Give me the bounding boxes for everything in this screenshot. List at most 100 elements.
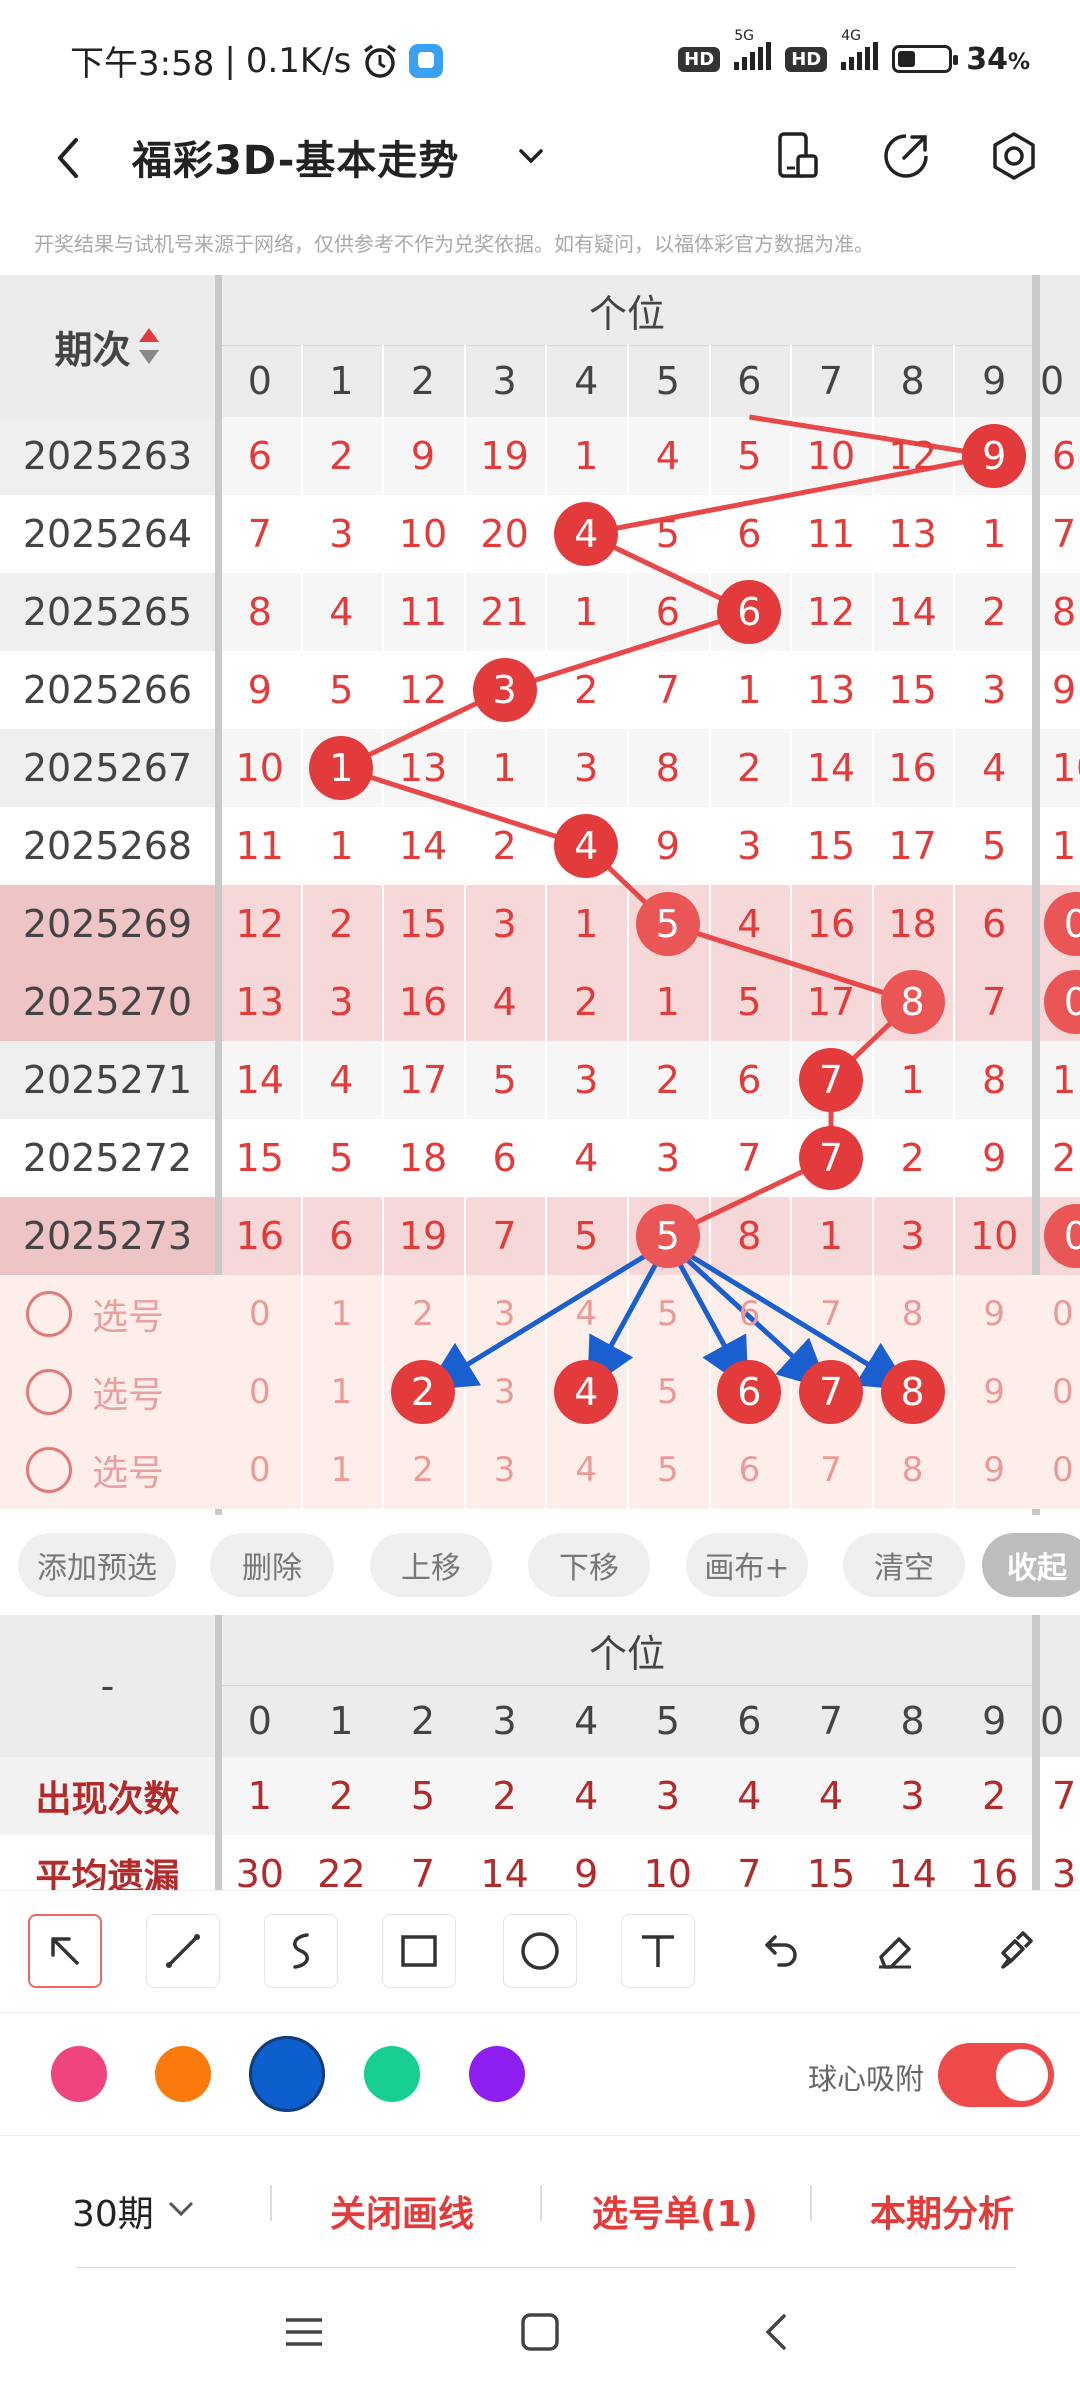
- pick-digit[interactable]: 5: [628, 1431, 708, 1509]
- rect-tool-button[interactable]: [382, 1914, 456, 1988]
- pick-digit[interactable]: 9: [954, 1431, 1034, 1509]
- action-button-4[interactable]: 下移: [528, 1533, 650, 1597]
- pick-digit[interactable]: 5: [628, 1275, 708, 1353]
- action-button-3[interactable]: 上移: [370, 1533, 492, 1597]
- miss-value: 4: [982, 746, 1007, 790]
- pick-digit[interactable]: 9: [954, 1275, 1034, 1353]
- circle-tool-button[interactable]: [503, 1914, 577, 1988]
- pick-digit[interactable]: 3: [465, 1431, 545, 1509]
- nav-back-icon[interactable]: [756, 2310, 800, 2354]
- line-tool-button[interactable]: [146, 1914, 220, 1988]
- pick-digit[interactable]: 2: [383, 1431, 463, 1509]
- pick-digit[interactable]: 6: [709, 1275, 789, 1353]
- analysis-button[interactable]: 本期分析: [870, 2185, 1014, 2237]
- page-title[interactable]: 福彩3D-基本走势: [132, 128, 459, 186]
- home-icon[interactable]: [518, 2310, 562, 2354]
- picked-ball[interactable]: 6: [717, 1360, 782, 1424]
- hit-ball[interactable]: 8: [880, 970, 945, 1034]
- action-button-1[interactable]: 添加预选: [18, 1533, 176, 1597]
- miss-value: 7: [655, 668, 680, 712]
- hit-ball[interactable]: 5: [635, 1204, 700, 1268]
- periods-dropdown[interactable]: 30期: [72, 2185, 154, 2237]
- picked-ball[interactable]: 8: [880, 1360, 945, 1424]
- picked-ball[interactable]: 4: [554, 1360, 619, 1424]
- color-swatch-2[interactable]: [155, 2046, 211, 2102]
- chevron-down-icon[interactable]: [165, 2195, 197, 2223]
- grid-cells: 期次 个位 0 1 2 3 4 5 6 7 8 9 0 2025263 6 2 9 19 1 4 5 10 12 9 6 2025…: [0, 275, 1080, 1515]
- arrow-tool-button[interactable]: [28, 1914, 102, 1988]
- action-button-2[interactable]: 删除: [210, 1533, 334, 1597]
- pick-digit[interactable]: 2: [383, 1275, 463, 1353]
- pick-digit[interactable]: 0: [220, 1431, 300, 1509]
- pick-digit[interactable]: 1: [301, 1275, 381, 1353]
- hit-ball[interactable]: 3: [472, 658, 537, 722]
- dropdown-chevron-icon[interactable]: [515, 140, 547, 172]
- color-swatch-3[interactable]: [249, 2036, 325, 2112]
- picked-ball[interactable]: 2: [391, 1360, 455, 1424]
- pick-digit[interactable]: 7: [791, 1431, 871, 1509]
- collapse-button[interactable]: 收起: [982, 1533, 1080, 1597]
- miss-value: 3: [492, 902, 517, 946]
- pick-radio-icon[interactable]: [26, 1447, 72, 1493]
- pick-row-label[interactable]: 选号: [26, 1275, 216, 1353]
- pick-digit[interactable]: 8: [873, 1431, 953, 1509]
- pick-radio-icon[interactable]: [26, 1291, 72, 1337]
- hit-ball[interactable]: 9: [962, 424, 1027, 488]
- stats-digit-header: 0: [247, 1699, 272, 1743]
- color-swatch-5[interactable]: [469, 2046, 525, 2102]
- divider: [76, 2267, 1016, 2268]
- pick-digit[interactable]: 6: [709, 1431, 789, 1509]
- pick-digit[interactable]: 3: [465, 1353, 545, 1431]
- miss-value: 2: [574, 668, 599, 712]
- battery-icon: [892, 45, 959, 73]
- screen-icon[interactable]: [775, 130, 821, 182]
- close-lines-button[interactable]: 关闭画线: [330, 2185, 474, 2237]
- pick-digit[interactable]: 8: [873, 1275, 953, 1353]
- pick-digit[interactable]: 5: [628, 1353, 708, 1431]
- clear-brush-button[interactable]: [976, 1914, 1050, 1988]
- curve-tool-button[interactable]: [264, 1914, 338, 1988]
- hit-ball[interactable]: 4: [554, 502, 619, 566]
- undo-button[interactable]: [740, 1914, 814, 1988]
- miss-value: 5: [737, 980, 762, 1024]
- hit-ball[interactable]: 5: [635, 892, 700, 956]
- pick-row-label[interactable]: 选号: [26, 1431, 216, 1509]
- action-button-6[interactable]: 清空: [843, 1533, 965, 1597]
- hit-ball[interactable]: 6: [717, 580, 782, 644]
- hit-ball[interactable]: 7: [799, 1126, 863, 1190]
- miss-value: 14: [806, 746, 856, 790]
- eraser-button[interactable]: [858, 1914, 932, 1988]
- share-icon[interactable]: [880, 130, 932, 182]
- pick-digit[interactable]: 4: [546, 1431, 626, 1509]
- action-button-5[interactable]: 画布+: [686, 1533, 808, 1597]
- menu-icon[interactable]: [282, 2310, 326, 2354]
- pick-digit[interactable]: 1: [301, 1353, 381, 1431]
- snap-toggle[interactable]: [938, 2043, 1054, 2107]
- pick-digit[interactable]: 0: [220, 1275, 300, 1353]
- miss-value: 12: [806, 590, 856, 634]
- miss-value: 10: [235, 746, 284, 790]
- hit-ball[interactable]: 1: [309, 736, 374, 800]
- color-swatch-1[interactable]: [51, 2046, 107, 2102]
- digit-header: 7: [818, 359, 844, 403]
- picked-ball[interactable]: 7: [799, 1360, 863, 1424]
- pick-digit[interactable]: 4: [546, 1275, 626, 1353]
- period-header[interactable]: 期次: [0, 275, 215, 417]
- color-swatch-4[interactable]: [364, 2046, 420, 2102]
- miss-value: 16: [235, 1214, 284, 1258]
- pick-digit[interactable]: 9: [954, 1353, 1034, 1431]
- pick-digit[interactable]: 0: [220, 1353, 300, 1431]
- hit-ball[interactable]: 4: [554, 814, 619, 878]
- pick-radio-icon[interactable]: [26, 1369, 72, 1415]
- stats-row-label: 平均遗漏: [35, 1857, 180, 1890]
- pick-digit[interactable]: 3: [465, 1275, 545, 1353]
- back-icon[interactable]: [48, 128, 88, 188]
- pick-digit[interactable]: 7: [791, 1275, 871, 1353]
- pick-row-label[interactable]: 选号: [26, 1353, 216, 1431]
- hit-ball[interactable]: 7: [799, 1048, 863, 1112]
- text-tool-button[interactable]: [621, 1914, 695, 1988]
- settings-icon[interactable]: [988, 130, 1040, 182]
- pick-list-button[interactable]: 选号单(1): [592, 2185, 758, 2237]
- pick-digit[interactable]: 1: [301, 1431, 381, 1509]
- sort-icon[interactable]: [137, 324, 161, 368]
